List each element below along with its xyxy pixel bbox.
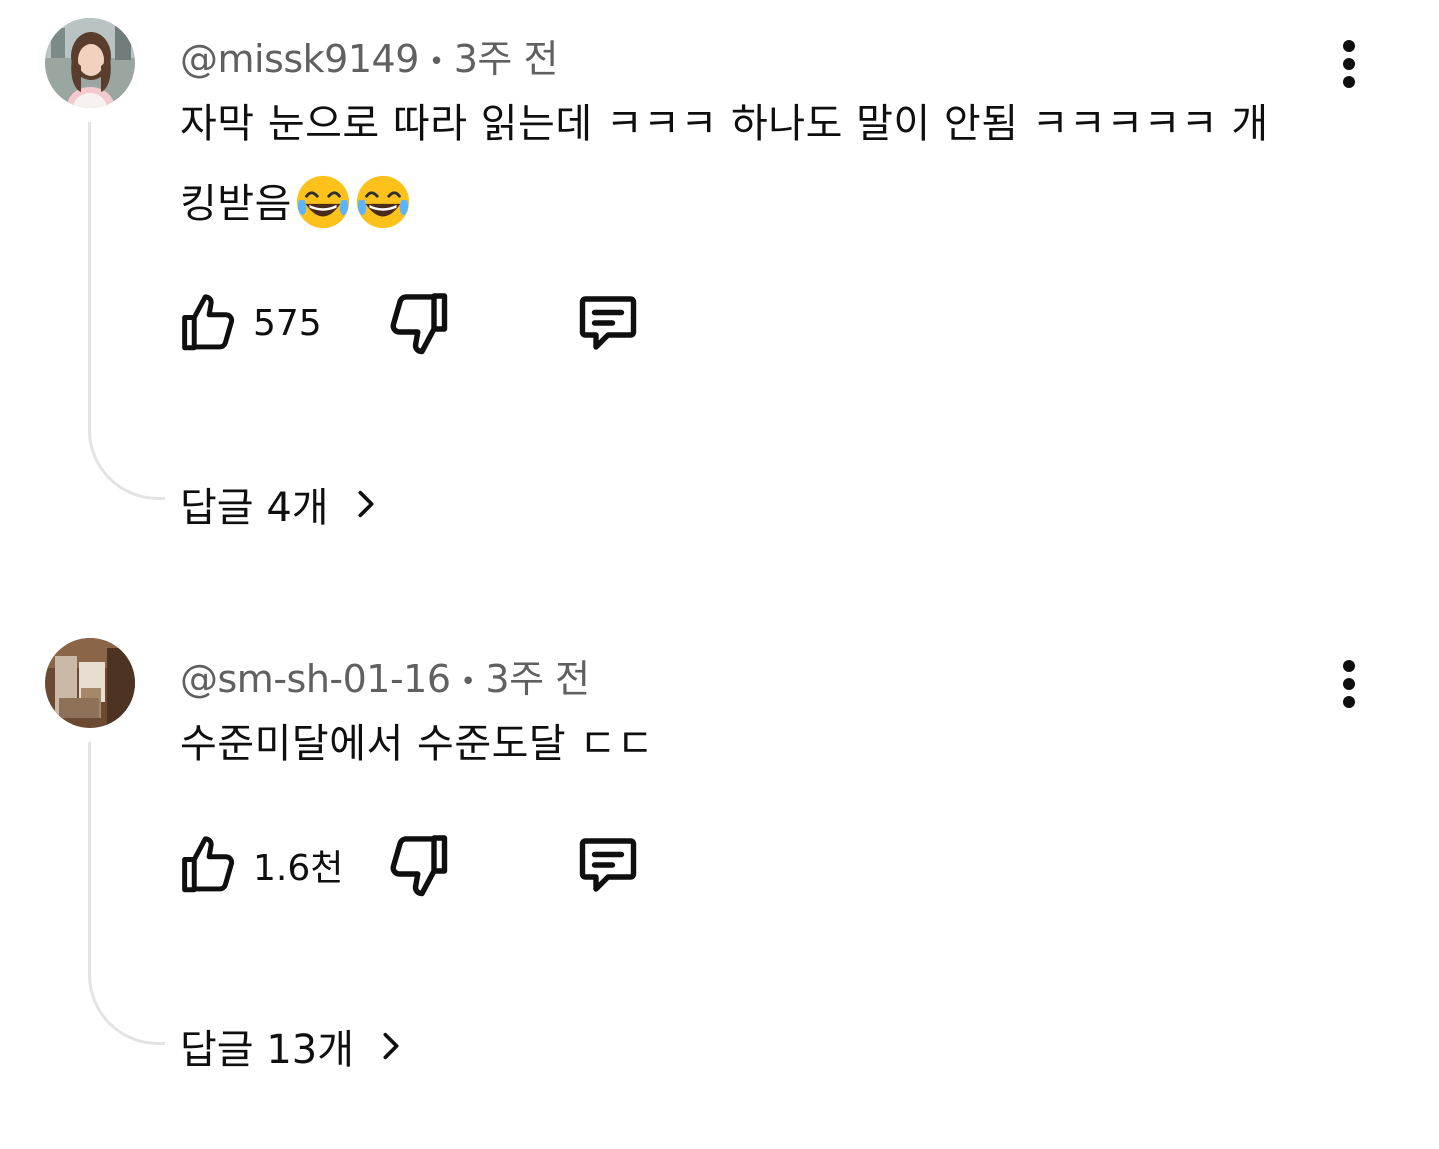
more-vertical-icon-dot bbox=[1343, 76, 1355, 88]
more-options-button[interactable] bbox=[1325, 34, 1375, 94]
more-vertical-icon bbox=[1343, 40, 1355, 52]
author-handle[interactable]: @sm-sh-01-16 bbox=[180, 657, 451, 701]
comment-time: 3주 전 bbox=[485, 657, 590, 701]
more-vertical-icon-dot bbox=[1343, 678, 1355, 690]
comment-text: 수준미달에서 수준도달 ㄷㄷ bbox=[180, 704, 1300, 784]
comment-meta: @missk9149 • 3주 전 bbox=[180, 28, 558, 83]
thumbs-down-icon bbox=[390, 293, 448, 355]
meta-separator: • bbox=[428, 46, 444, 77]
more-vertical-icon-dot bbox=[1343, 58, 1355, 70]
comment-text: 자막 눈으로 따라 읽는데 ㅋㅋㅋ 하나도 말이 안됨 ㅋㅋㅋㅋㅋ 개킹받음 bbox=[180, 84, 1300, 244]
more-vertical-icon bbox=[1343, 660, 1355, 672]
like-button[interactable]: 575 bbox=[175, 287, 322, 359]
view-replies-button[interactable]: 답글 13개 bbox=[180, 1016, 408, 1076]
thumbs-up-icon bbox=[182, 294, 235, 351]
comment-icon bbox=[579, 296, 637, 350]
reply-button[interactable] bbox=[572, 829, 644, 901]
view-replies-button[interactable]: 답글 4개 bbox=[180, 474, 383, 534]
author-handle[interactable]: @missk9149 bbox=[180, 37, 419, 81]
replies-thread-line bbox=[88, 122, 165, 500]
dislike-button[interactable] bbox=[383, 287, 455, 359]
like-count: 1.6천 bbox=[253, 848, 344, 889]
avatar[interactable] bbox=[45, 638, 135, 728]
like-button[interactable]: 1.6천 bbox=[175, 829, 343, 901]
replies-label: 답글 4개 bbox=[180, 485, 329, 531]
reply-button[interactable] bbox=[572, 287, 644, 359]
avatar-photo bbox=[45, 638, 135, 728]
replies-label: 답글 13개 bbox=[180, 1027, 355, 1073]
like-count: 575 bbox=[253, 302, 322, 344]
chevron-right-icon bbox=[358, 490, 374, 518]
face-with-tears-of-joy-icon bbox=[356, 175, 410, 229]
meta-separator: • bbox=[460, 666, 476, 697]
comment-icon bbox=[579, 838, 637, 892]
comment-time: 3주 전 bbox=[453, 37, 559, 81]
thumbs-up-icon bbox=[182, 836, 235, 893]
comment-body: 수준미달에서 수준도달 ㄷㄷ bbox=[180, 721, 655, 767]
avatar-photo bbox=[45, 18, 135, 108]
comment-meta: @sm-sh-01-16 • 3주 전 bbox=[180, 648, 590, 703]
dislike-button[interactable] bbox=[383, 829, 455, 901]
more-options-button[interactable] bbox=[1325, 654, 1375, 714]
comment-thread: @sm-sh-01-16 • 3주 전 수준미달에서 수준도달 ㄷㄷ 1.6천 bbox=[0, 620, 1439, 1140]
chevron-right-icon bbox=[383, 1032, 399, 1060]
avatar[interactable] bbox=[45, 18, 135, 108]
more-vertical-icon-dot bbox=[1343, 696, 1355, 708]
comment-thread: @missk9149 • 3주 전 자막 눈으로 따라 읽는데 ㅋㅋㅋ 하나도 말이… bbox=[0, 0, 1439, 560]
thumbs-down-icon bbox=[390, 835, 448, 897]
replies-thread-line bbox=[88, 742, 165, 1045]
face-with-tears-of-joy-icon bbox=[296, 175, 350, 229]
